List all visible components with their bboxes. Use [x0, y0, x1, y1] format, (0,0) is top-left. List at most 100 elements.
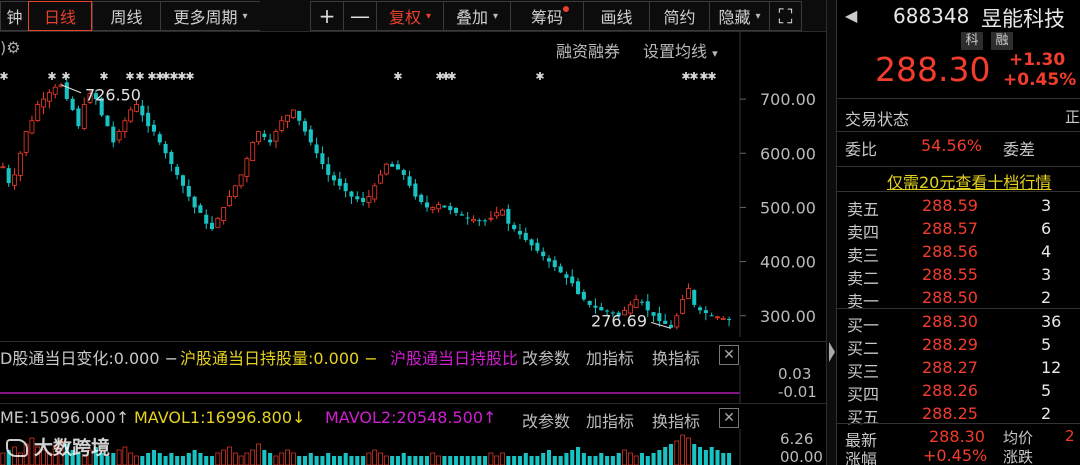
candle-body[interactable] [70, 98, 75, 110]
asks-row[interactable]: 卖四 288.57 6 [837, 219, 1080, 242]
candle-body[interactable] [250, 142, 256, 162]
candlestick-chart[interactable]: ✱ ✱ ✱ ✱ ✱ ✱ ✱✱✱✱✱✱ ✱ ✱✱✱ ✱ ✱✱ ✱✱ 726.50276.69 700.0… [0, 32, 826, 337]
candle-body[interactable] [332, 175, 337, 181]
candle-body[interactable] [308, 129, 313, 143]
candle-body[interactable] [157, 134, 162, 143]
candle-body[interactable] [326, 164, 331, 175]
candle-body[interactable] [442, 205, 447, 208]
candle-body[interactable] [413, 183, 418, 197]
candle-body[interactable] [430, 207, 436, 211]
event-marker-icon[interactable]: ✱ [61, 70, 70, 83]
toolbar-item-6[interactable]: — [343, 1, 376, 31]
bids-row[interactable]: 买二 288.29 5 [837, 335, 1080, 358]
toolbar-item-11[interactable]: 简约 [649, 1, 709, 31]
candle-body[interactable] [668, 324, 674, 328]
candle-body[interactable] [663, 320, 668, 324]
candle-body[interactable] [273, 131, 279, 142]
candle-body[interactable] [685, 288, 691, 299]
candle-body[interactable] [552, 260, 557, 267]
candle-body[interactable] [436, 204, 442, 210]
candle-body[interactable] [488, 217, 494, 220]
candle-body[interactable] [692, 290, 697, 305]
candle-body[interactable] [727, 318, 732, 321]
event-marker-icon[interactable]: ✱ [707, 70, 716, 83]
candle-body[interactable] [227, 196, 232, 207]
candle-body[interactable] [41, 98, 47, 108]
candle-body[interactable] [186, 185, 191, 197]
candle-body[interactable] [674, 315, 680, 328]
candle-body[interactable] [64, 82, 69, 100]
candle-body[interactable] [46, 92, 52, 102]
candle-body[interactable] [204, 214, 209, 224]
candle-body[interactable] [390, 163, 395, 167]
candle-body[interactable] [564, 274, 569, 278]
candle-body[interactable] [134, 104, 139, 112]
candle-body[interactable] [23, 131, 29, 153]
event-marker-icon[interactable]: ✱ [99, 70, 108, 83]
candle-body[interactable] [314, 144, 319, 154]
event-marker-icon[interactable]: ✱ [135, 70, 144, 83]
toolbar-item-1[interactable]: 日线 [28, 1, 92, 31]
candle-body[interactable] [35, 104, 41, 121]
candle-body[interactable] [558, 266, 563, 273]
candle-body[interactable] [349, 191, 354, 197]
candle-body[interactable] [529, 239, 534, 246]
candle-body[interactable] [238, 174, 244, 187]
candle-body[interactable] [465, 217, 470, 219]
candle-body[interactable] [297, 110, 302, 121]
toolbar-item-5[interactable]: + [310, 1, 343, 31]
chart-area[interactable]: ✱ ✱ ✱ ✱ ✱ ✱ ✱ ✱ ✱ ✱ ✱ ✱ ✱ ✱ ✱ ✱ ✱ ✱ ✱ ✱ ✱ 726.50 276.69 700.0… [0, 32, 826, 465]
event-marker-icon[interactable]: ✱ [125, 70, 134, 83]
candle-body[interactable] [29, 120, 35, 134]
toolbar-item-8[interactable]: 叠加 ▾ [443, 1, 510, 31]
candle-body[interactable] [703, 310, 708, 314]
candle-body[interactable] [454, 207, 459, 213]
candle-body[interactable] [517, 230, 522, 235]
candle-body[interactable] [169, 151, 174, 165]
hsgt-close-icon[interactable]: ✕ [719, 345, 739, 365]
candle-body[interactable] [337, 178, 342, 186]
candle-body[interactable] [81, 104, 87, 129]
candle-body[interactable] [633, 299, 639, 309]
candle-body[interactable] [593, 305, 598, 308]
candle-body[interactable] [17, 152, 23, 176]
candle-body[interactable] [494, 212, 500, 217]
candle-body[interactable] [512, 224, 517, 230]
candle-body[interactable] [232, 185, 238, 198]
candle-body[interactable] [105, 115, 110, 127]
candle-body[interactable] [215, 217, 221, 228]
bids-row[interactable]: 买四 288.26 5 [837, 381, 1080, 404]
toolbar-item-13[interactable]: ⛶ [769, 1, 802, 31]
candle-body[interactable] [680, 299, 686, 314]
toolbar-item-2[interactable]: 周线 [92, 1, 160, 31]
candle-body[interactable] [122, 120, 128, 133]
candle-body[interactable] [76, 108, 81, 127]
toolbar-item-9[interactable]: 筹码 [510, 1, 583, 31]
candle-body[interactable] [471, 218, 476, 222]
candle-body[interactable] [262, 133, 267, 137]
candle-body[interactable] [715, 316, 720, 319]
rzrq-button[interactable]: 融资融券 [556, 38, 620, 62]
promo-banner[interactable]: 仅需20元查看十档行情 [837, 166, 1080, 192]
candle-body[interactable] [210, 222, 215, 230]
candle-body[interactable] [256, 131, 261, 143]
asks-row[interactable]: 卖五 288.59 3 [837, 196, 1080, 219]
candle-body[interactable] [657, 313, 662, 322]
candle-body[interactable] [12, 174, 17, 186]
candle-body[interactable] [0, 166, 6, 169]
vol-close-icon[interactable]: ✕ [719, 408, 739, 428]
candle-body[interactable] [541, 251, 546, 257]
indicator-settings-icon[interactable]: )⚙ [0, 38, 21, 57]
candle-body[interactable] [500, 209, 505, 216]
event-marker-icon[interactable]: ✱ [535, 70, 544, 83]
candle-body[interactable] [709, 315, 714, 317]
candle-body[interactable] [383, 163, 389, 175]
candle-body[interactable] [111, 126, 116, 143]
candle-body[interactable] [506, 208, 511, 224]
candle-body[interactable] [52, 86, 58, 95]
candle-body[interactable] [290, 109, 296, 118]
event-marker-icon[interactable]: ✱ [0, 70, 9, 83]
candle-body[interactable] [366, 196, 372, 203]
candle-body[interactable] [372, 185, 378, 200]
candle-body[interactable] [244, 158, 250, 177]
